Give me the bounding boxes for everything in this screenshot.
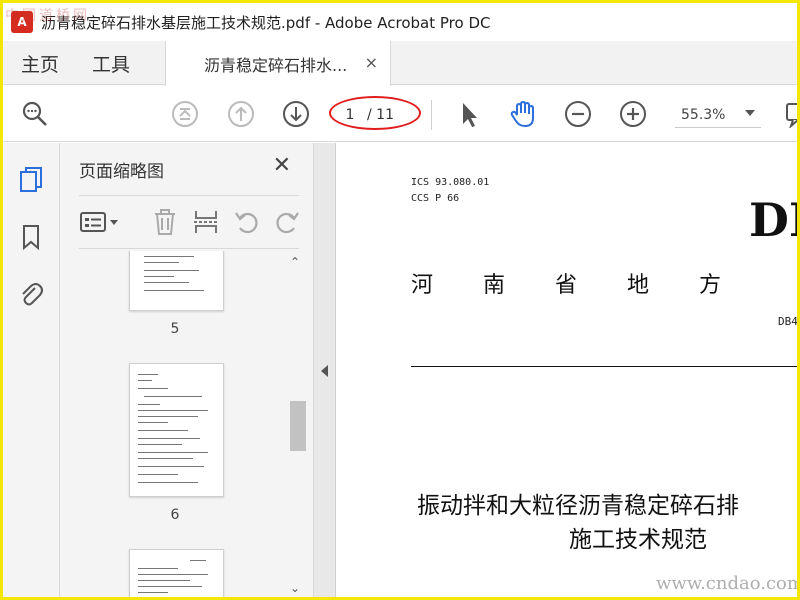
panel-title: 页面缩略图 bbox=[79, 162, 164, 182]
next-page-icon[interactable] bbox=[280, 98, 312, 130]
watermark-top-left: 中国道桥网 bbox=[5, 8, 90, 24]
zoom-out-icon[interactable] bbox=[562, 98, 594, 130]
page-thumbnails-icon[interactable] bbox=[15, 163, 47, 195]
doc-ics: ICS 93.080.01 bbox=[411, 177, 490, 188]
left-rail bbox=[3, 143, 60, 597]
thumbnail-label: 5 bbox=[170, 321, 180, 337]
tab-tools[interactable]: 工具 bbox=[92, 41, 130, 85]
thumbnails-panel: 页面缩略图 ✕ 5 6 ⌃ ⌄ bbox=[60, 143, 313, 597]
scroll-up-icon[interactable]: ⌃ bbox=[290, 255, 300, 269]
toolbar-divider bbox=[431, 100, 432, 130]
collapse-arrow-icon[interactable] bbox=[321, 365, 328, 377]
watermark-bottom-right: www.cndao.com bbox=[656, 573, 800, 594]
scroll-down-icon[interactable]: ⌄ bbox=[290, 581, 300, 595]
delete-icon[interactable] bbox=[151, 208, 179, 236]
scrollbar-thumb[interactable] bbox=[290, 401, 306, 451]
search-icon[interactable] bbox=[19, 98, 51, 130]
hand-icon[interactable] bbox=[507, 98, 539, 130]
thumbnail-label: 6 bbox=[170, 507, 180, 523]
rotate-right-icon[interactable] bbox=[273, 208, 301, 236]
first-page-icon[interactable] bbox=[169, 98, 201, 130]
toolbar: 1 / 11 55.3% bbox=[3, 86, 797, 142]
highlight-ellipse bbox=[329, 96, 421, 130]
title-bar: A 沥青稳定碎石排水基层施工技术规范.pdf - Adobe Acrobat P… bbox=[3, 3, 797, 41]
rotate-left-icon[interactable] bbox=[233, 208, 261, 236]
bookmark-icon[interactable] bbox=[15, 221, 47, 253]
prev-page-icon[interactable] bbox=[225, 98, 257, 130]
doc-title-line-2: 施工技术规范 bbox=[569, 527, 707, 553]
thumbnail-page-6[interactable] bbox=[129, 363, 224, 497]
thumbnail-page-5[interactable] bbox=[129, 251, 224, 311]
panel-collapse-strip[interactable] bbox=[313, 143, 336, 597]
thumbnail-scrollbar[interactable]: ⌃ ⌄ bbox=[288, 251, 306, 597]
panel-toolbar bbox=[79, 195, 299, 249]
doc-ccs: CCS P 66 bbox=[411, 193, 460, 204]
doc-heading: 河南省地方 bbox=[411, 273, 772, 298]
tab-document[interactable]: 沥青稳定碎石排水... × bbox=[165, 41, 391, 86]
doc-title-line-1: 振动拌和大粒径沥青稳定碎石排 bbox=[417, 493, 739, 519]
doc-code: DB4 bbox=[778, 315, 798, 328]
document-view: ICS 93.080.01 CCS P 66 DB 河南省地方 DB4 振动拌和… bbox=[337, 143, 798, 597]
window-title: 沥青稳定碎石排水基层施工技术规范.pdf - Adobe Acrobat Pro… bbox=[41, 13, 491, 32]
close-icon[interactable]: ✕ bbox=[273, 153, 291, 178]
zoom-value: 55.3% bbox=[681, 106, 726, 123]
options-menu-icon[interactable] bbox=[79, 208, 123, 236]
tab-home[interactable]: 主页 bbox=[21, 41, 59, 85]
extract-pages-icon[interactable] bbox=[192, 208, 220, 236]
zoom-in-icon[interactable] bbox=[617, 98, 649, 130]
close-tab-icon[interactable]: × bbox=[365, 53, 378, 72]
select-arrow-icon[interactable] bbox=[453, 98, 485, 130]
doc-standard-mark: DB bbox=[749, 193, 797, 247]
comment-icon[interactable] bbox=[781, 98, 797, 130]
app-window: A 沥青稳定碎石排水基层施工技术规范.pdf - Adobe Acrobat P… bbox=[0, 0, 800, 600]
thumbnail-page-7[interactable] bbox=[129, 549, 224, 597]
zoom-dropdown[interactable]: 55.3% bbox=[675, 102, 761, 128]
chevron-down-icon bbox=[745, 110, 755, 116]
tab-bar: 主页 工具 沥青稳定碎石排水... × bbox=[3, 41, 797, 86]
tab-document-label: 沥青稳定碎石排水... bbox=[204, 55, 348, 75]
attachment-icon[interactable] bbox=[15, 279, 47, 311]
thumbnail-list: 5 6 bbox=[60, 251, 290, 597]
doc-rule bbox=[411, 366, 797, 367]
